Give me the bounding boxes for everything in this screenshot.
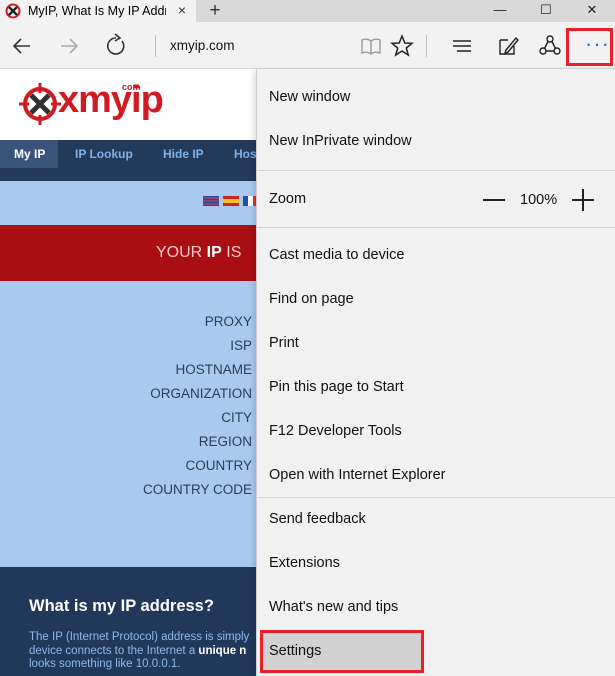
ip-banner-text: YOUR IP IS [156, 244, 241, 262]
menu-item-label: Pin this page to Start [269, 379, 404, 395]
menu-item-label: Send feedback [269, 511, 366, 527]
logo-text[interactable]: xmyip [58, 79, 164, 122]
info-heading: What is my IP address? [29, 597, 214, 615]
address-separator [155, 35, 156, 57]
nav-item-ip-lookup[interactable]: IP Lookup [75, 147, 133, 161]
menu-item-zoom: Zoom [257, 178, 457, 222]
field-label-proxy: PROXY [204, 314, 252, 329]
address-bar[interactable]: xmyip.com [170, 38, 235, 53]
ip-banner-suffix: IS [221, 244, 242, 261]
field-label-organization: ORGANIZATION [150, 386, 252, 401]
back-icon[interactable] [8, 32, 36, 60]
field-label-isp: ISP [230, 338, 252, 353]
logo-com: com [122, 82, 141, 92]
info-line-2-text: device connects to the Internet a [29, 644, 199, 657]
field-label-country-code: COUNTRY CODE [142, 482, 252, 497]
menu-item-open-with-ie[interactable]: Open with Internet Explorer [257, 454, 615, 498]
more-actions-menu: New window New InPrivate window Zoom 100… [256, 69, 615, 676]
ip-banner-bold: IP [206, 244, 222, 261]
menu-item-find-on-page[interactable]: Find on page [257, 278, 615, 322]
nav-item-hide-ip[interactable]: Hide IP [163, 147, 204, 161]
field-label-region: REGION [198, 434, 252, 449]
menu-item-f12-developer-tools[interactable]: F12 Developer Tools [257, 410, 615, 454]
menu-item-send-feedback[interactable]: Send feedback [257, 498, 615, 542]
reading-view-icon[interactable] [357, 32, 385, 60]
new-tab-button[interactable]: + [205, 1, 225, 21]
nav-item-hosting[interactable]: Hos [234, 147, 257, 161]
menu-item-new-window[interactable]: New window [257, 76, 615, 120]
menu-item-pin-to-start[interactable]: Pin this page to Start [257, 366, 615, 410]
tab-title: MyIP, What Is My IP Address [28, 4, 166, 18]
browser-tab[interactable]: MyIP, What Is My IP Address × [0, 0, 196, 22]
menu-item-extensions[interactable]: Extensions [257, 542, 615, 586]
menu-item-label: Open with Internet Explorer [269, 467, 446, 483]
maximize-button[interactable]: ☐ [523, 0, 569, 22]
menu-item-new-inprivate-window[interactable]: New InPrivate window [257, 120, 615, 164]
menu-item-label: Extensions [269, 555, 340, 571]
more-icon[interactable]: ··· [585, 33, 610, 55]
menu-separator [257, 170, 615, 171]
info-line-2-bold: unique n [198, 644, 247, 657]
menu-separator [257, 227, 615, 228]
hub-icon[interactable] [448, 32, 476, 60]
field-label-city: CITY [221, 410, 252, 425]
forward-icon[interactable] [55, 32, 83, 60]
menu-item-label: Cast media to device [269, 247, 405, 263]
tab-close-icon[interactable]: × [175, 2, 189, 19]
xmyip-logo-icon[interactable] [17, 81, 63, 127]
share-icon[interactable] [536, 32, 564, 60]
title-bar: MyIP, What Is My IP Address × + — ☐ ✕ [0, 0, 615, 22]
menu-item-label: F12 Developer Tools [269, 423, 402, 439]
info-line-3: looks something like 10.0.0.1. [29, 658, 181, 670]
minimize-button[interactable]: — [477, 0, 523, 22]
close-window-button[interactable]: ✕ [569, 0, 615, 22]
xmyip-favicon-icon [5, 3, 21, 19]
menu-item-label: New InPrivate window [269, 133, 412, 149]
menu-item-label: New window [269, 89, 351, 105]
menu-item-cast-media[interactable]: Cast media to device [257, 234, 615, 278]
field-label-country: COUNTRY [185, 458, 252, 473]
info-line-2: device connects to the Internet a unique… [29, 645, 258, 659]
nav-item-my-ip[interactable]: My IP [14, 147, 45, 161]
menu-item-label: Find on page [269, 291, 354, 307]
browser-toolbar: xmyip.com [0, 22, 615, 69]
info-line-1: The IP (Internet Protocol) address is si… [29, 631, 250, 643]
menu-item-print[interactable]: Print [257, 322, 615, 366]
refresh-icon[interactable] [102, 32, 130, 60]
field-label-hostname: HOSTNAME [175, 362, 252, 377]
info-paragraph: The IP (Internet Protocol) address is si… [29, 631, 258, 672]
site-header: xmyip com [0, 69, 258, 140]
menu-item-whats-new[interactable]: What's new and tips [257, 586, 615, 630]
menu-item-label: Print [269, 335, 299, 351]
zoom-out-icon[interactable] [483, 199, 505, 201]
language-flags-icon[interactable] [203, 195, 258, 207]
toolbar-separator [426, 35, 427, 57]
menu-item-label: Settings [269, 643, 322, 659]
menu-item-label: Zoom [269, 191, 307, 207]
web-note-icon[interactable] [494, 32, 522, 60]
zoom-level: 100% [520, 192, 558, 208]
menu-item-label: What's new and tips [269, 599, 399, 615]
ip-banner-prefix: YOUR [156, 244, 207, 261]
menu-item-settings[interactable]: Settings [257, 630, 615, 674]
zoom-in-icon-vertical[interactable] [582, 189, 584, 211]
favorite-star-icon[interactable] [388, 32, 416, 60]
